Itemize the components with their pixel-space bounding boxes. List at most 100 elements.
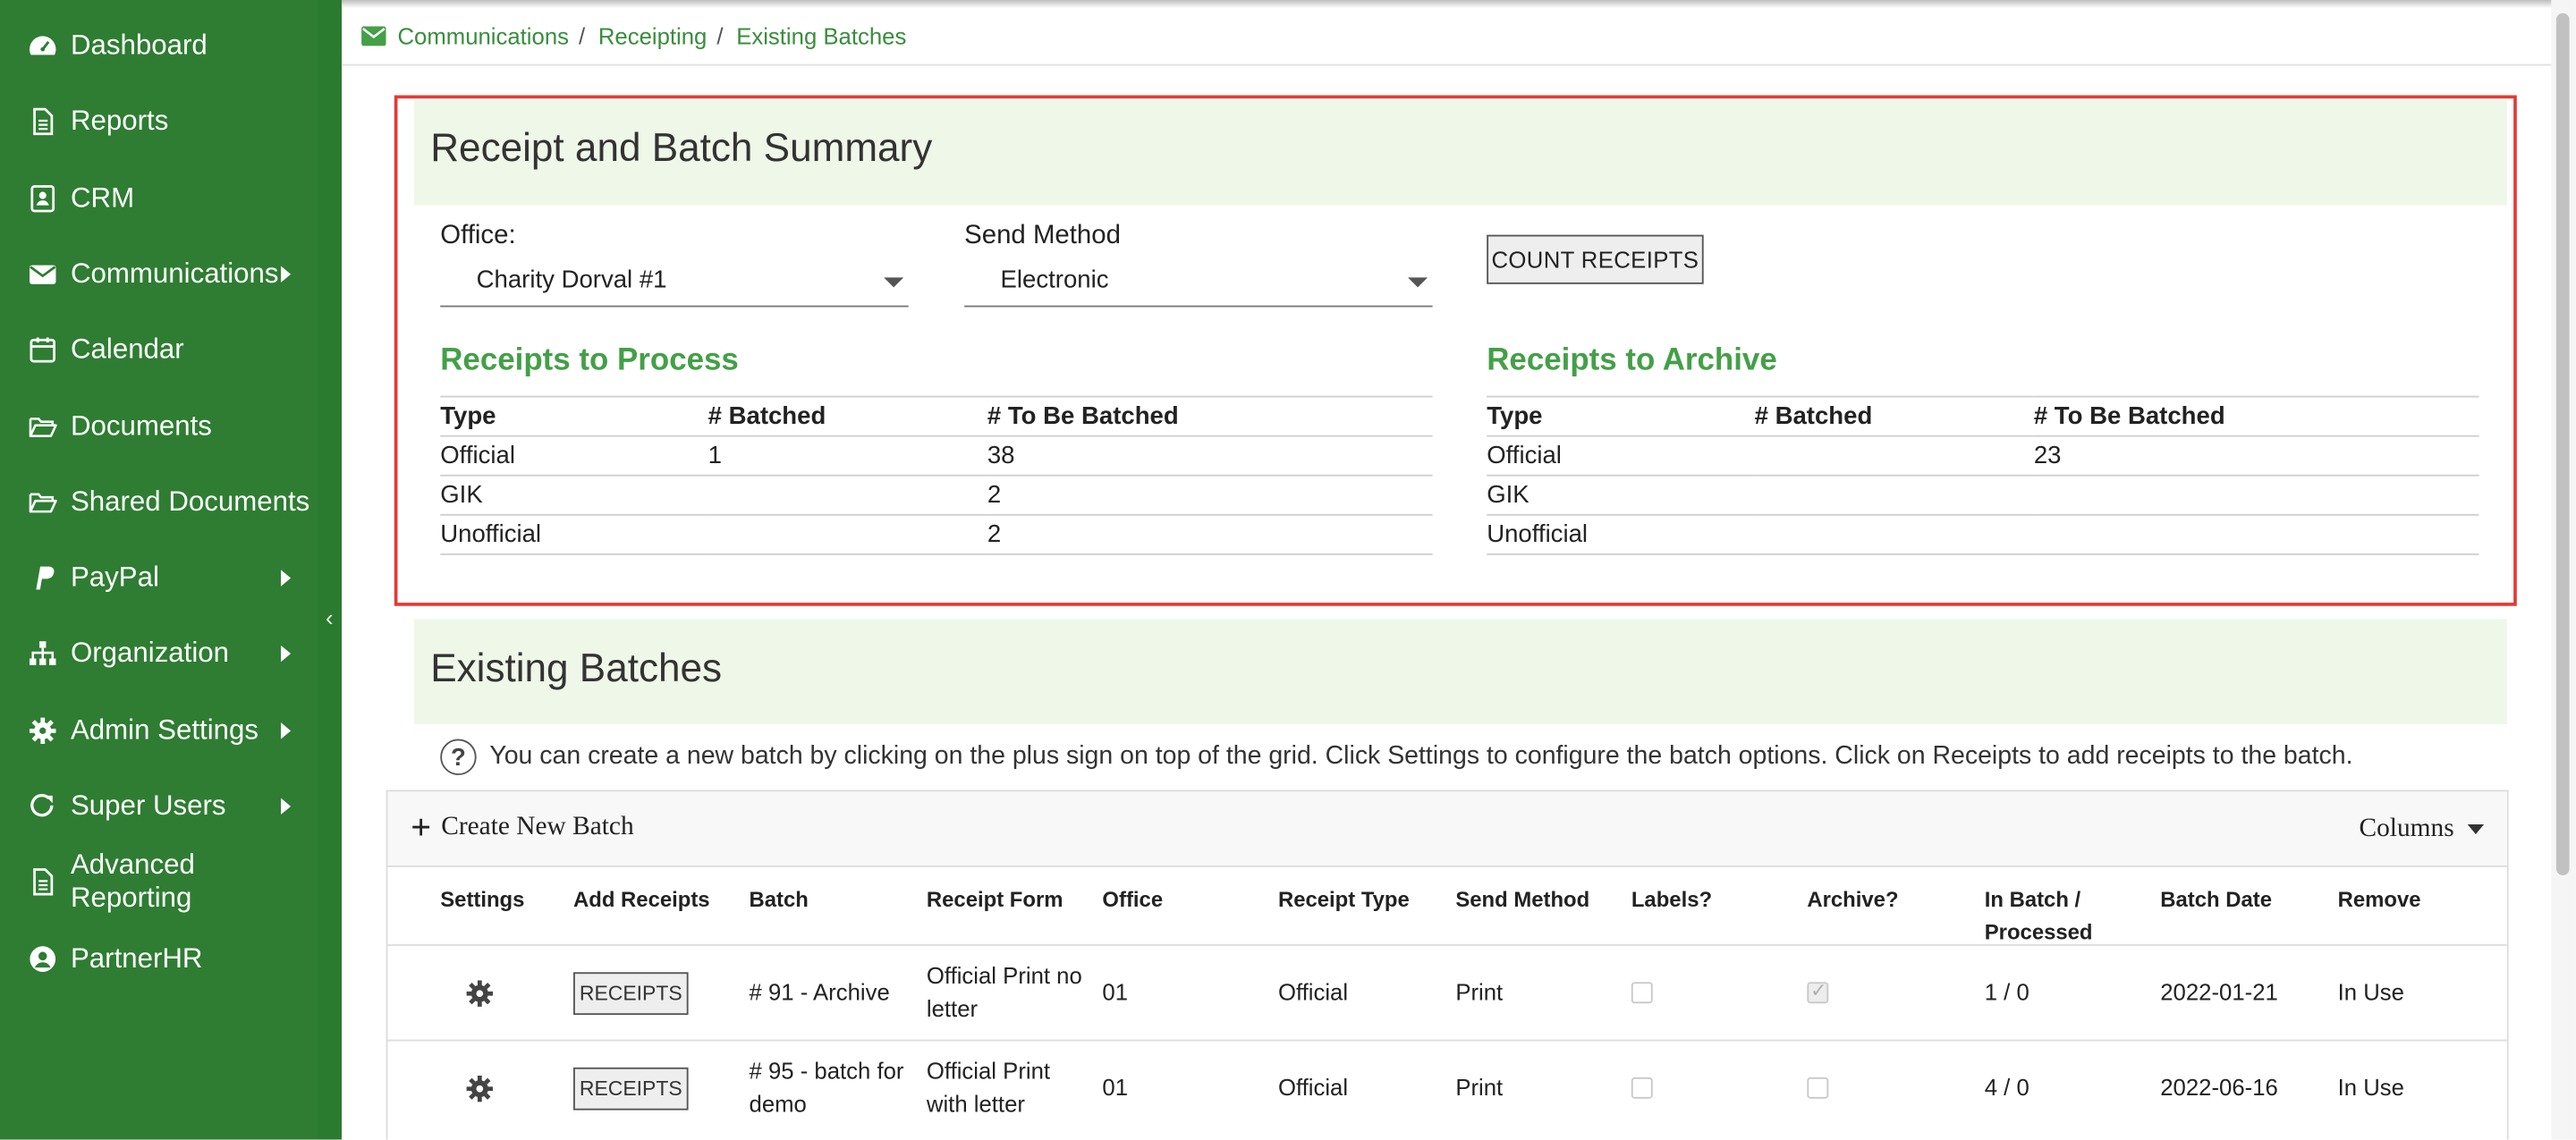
labels-checkbox[interactable] bbox=[1631, 1077, 1653, 1099]
archive-checkbox[interactable] bbox=[1807, 979, 1829, 1004]
sidebar-item-paypal[interactable]: PayPal bbox=[0, 540, 317, 615]
col-receipt-form[interactable]: Receipt Form bbox=[927, 883, 1063, 916]
columns-dropdown[interactable]: Columns bbox=[2360, 815, 2484, 844]
sidebar-item-label: Shared Documents bbox=[70, 486, 310, 518]
sidebar-item-label: Dashboard bbox=[70, 30, 208, 61]
grid-toolbar: + Create New Batch Columns bbox=[387, 790, 2507, 867]
col-settings[interactable]: Settings bbox=[440, 883, 524, 916]
caret-right-icon bbox=[281, 646, 292, 663]
create-new-batch-label: Create New Batch bbox=[441, 813, 634, 841]
office-label: Office: bbox=[440, 221, 516, 250]
batch-cell: # 95 - batch for demo bbox=[750, 1054, 914, 1119]
create-new-batch-button[interactable]: + Create New Batch bbox=[411, 806, 634, 848]
breadcrumb-existing-batches[interactable]: Existing Batches bbox=[736, 23, 906, 49]
gear-icon[interactable] bbox=[465, 979, 495, 1009]
in-batch-cell: 1 / 0 bbox=[1984, 978, 2029, 1006]
batches-header bbox=[413, 619, 2507, 724]
col-labels[interactable]: Labels? bbox=[1631, 883, 1712, 916]
sidebar-item-documents[interactable]: Documents bbox=[0, 388, 317, 463]
office-value: Charity Dorval #1 bbox=[476, 266, 667, 294]
receipts-to-process-title: Receipts to Process bbox=[440, 342, 739, 378]
batches-title: Existing Batches bbox=[430, 646, 723, 692]
user-circle-icon bbox=[28, 943, 57, 973]
col-batch[interactable]: Batch bbox=[750, 883, 809, 916]
plus-icon: + bbox=[411, 806, 432, 848]
receipt-form-line-1: Official Print bbox=[926, 1057, 1051, 1085]
sidebar-item-label: PayPal bbox=[70, 562, 159, 594]
sidebar-item-reports[interactable]: Reports bbox=[0, 84, 317, 159]
sidebar-item-advanced-reporting[interactable]: Advanced Reporting bbox=[0, 845, 317, 920]
scrollbar-thumb[interactable] bbox=[2555, 13, 2570, 875]
breadcrumb-divider bbox=[342, 63, 2552, 66]
batch-line-2: demo bbox=[749, 1090, 807, 1117]
receipts-button[interactable]: RECEIPTS bbox=[573, 972, 689, 1016]
sidebar-item-organization[interactable]: Organization bbox=[0, 616, 317, 691]
sidebar-item-label: Reports bbox=[70, 106, 169, 137]
calendar-icon bbox=[28, 335, 57, 365]
table-row: Official 1 38 bbox=[440, 435, 1433, 477]
send-method-value: Electronic bbox=[1000, 266, 1109, 294]
remove-cell: In Use bbox=[2337, 978, 2404, 1006]
archive-checkbox[interactable] bbox=[1807, 1077, 1829, 1099]
sidebar-item-dashboard[interactable]: Dashboard bbox=[0, 8, 317, 83]
col-office[interactable]: Office bbox=[1102, 883, 1163, 916]
col-archive[interactable]: Archive? bbox=[1807, 883, 1898, 916]
collapse-sidebar-icon[interactable]: ‹ bbox=[318, 601, 340, 634]
table-row: Unofficial 2 bbox=[440, 514, 1433, 555]
batch-cell: # 91 - Archive bbox=[750, 975, 914, 1009]
refresh-icon bbox=[28, 791, 57, 821]
gear-icon[interactable] bbox=[465, 1074, 495, 1103]
sidebar-item-calendar[interactable]: Calendar bbox=[0, 312, 317, 387]
receipt-form-line-1: Official Print no bbox=[926, 962, 1082, 989]
col-batch-date[interactable]: Batch Date bbox=[2160, 883, 2272, 916]
labels-checkbox[interactable] bbox=[1631, 982, 1653, 1004]
send-method-select[interactable]: Electronic bbox=[964, 259, 1433, 308]
in-batch-cell: 4 / 0 bbox=[1984, 1074, 2029, 1101]
sidebar-item-partnerhr[interactable]: PartnerHR bbox=[0, 921, 317, 996]
col-add-receipts[interactable]: Add Receipts bbox=[573, 883, 710, 916]
file-icon bbox=[28, 867, 57, 897]
sidebar-item-communications[interactable]: Communications bbox=[0, 236, 317, 311]
sidebar-item-shared-documents[interactable]: Shared Documents bbox=[0, 464, 317, 539]
contact-card-icon bbox=[28, 183, 57, 213]
receipt-form-cell: Official Print with letter bbox=[927, 1054, 1091, 1119]
dropdown-arrow-icon bbox=[884, 277, 904, 288]
sidebar-item-label: Communications bbox=[70, 258, 279, 290]
dropdown-arrow-icon bbox=[1408, 277, 1428, 288]
sidebar-item-label: Admin Settings bbox=[70, 714, 258, 746]
summary-title: Receipt and Batch Summary bbox=[430, 126, 933, 172]
caret-right-icon bbox=[281, 722, 292, 739]
sidebar-item-label: Super Users bbox=[70, 790, 226, 822]
office-cell: 01 bbox=[1102, 1074, 1129, 1101]
top-bar bbox=[342, 0, 2552, 9]
caret-right-icon bbox=[281, 266, 292, 283]
office-select[interactable]: Charity Dorval #1 bbox=[440, 259, 909, 308]
vertical-scrollbar[interactable] bbox=[2551, 0, 2576, 1140]
caret-down-icon bbox=[2467, 824, 2484, 835]
sidebar-item-crm[interactable]: CRM bbox=[0, 160, 317, 235]
type-cell: Official bbox=[1277, 1074, 1349, 1101]
col-in-batch-processed[interactable]: In Batch / Processed bbox=[1985, 883, 2093, 949]
paypal-icon bbox=[28, 563, 57, 593]
send-method-cell: Print bbox=[1455, 978, 1504, 1006]
table-row: GIK 2 bbox=[440, 475, 1433, 516]
table-row: Official 23 bbox=[1487, 435, 2479, 477]
folder-open-icon bbox=[28, 487, 57, 517]
breadcrumb: Communications / Receipting / Existing B… bbox=[361, 20, 906, 53]
col-type: Type bbox=[1487, 395, 1755, 437]
dashboard-icon bbox=[28, 31, 57, 61]
col-receipt-type[interactable]: Receipt Type bbox=[1278, 883, 1410, 916]
sidebar-item-admin-settings[interactable]: Admin Settings bbox=[0, 693, 317, 768]
receipts-button[interactable]: RECEIPTS bbox=[573, 1067, 689, 1110]
col-remove[interactable]: Remove bbox=[2338, 883, 2421, 916]
batches-grid: + Create New Batch Columns Settings Add … bbox=[386, 790, 2509, 1140]
col-send-method[interactable]: Send Method bbox=[1455, 883, 1589, 916]
gear-icon bbox=[28, 715, 57, 745]
breadcrumb-receipting[interactable]: Receipting bbox=[598, 23, 708, 49]
table-row: Unofficial bbox=[1487, 514, 2479, 555]
receipt-form-line-2: letter bbox=[926, 995, 979, 1022]
receipts-to-archive-title: Receipts to Archive bbox=[1487, 342, 1777, 378]
sidebar-item-super-users[interactable]: Super Users bbox=[0, 769, 317, 844]
breadcrumb-communications[interactable]: Communications bbox=[397, 23, 569, 49]
count-receipts-button[interactable]: COUNT RECEIPTS bbox=[1487, 234, 1704, 284]
